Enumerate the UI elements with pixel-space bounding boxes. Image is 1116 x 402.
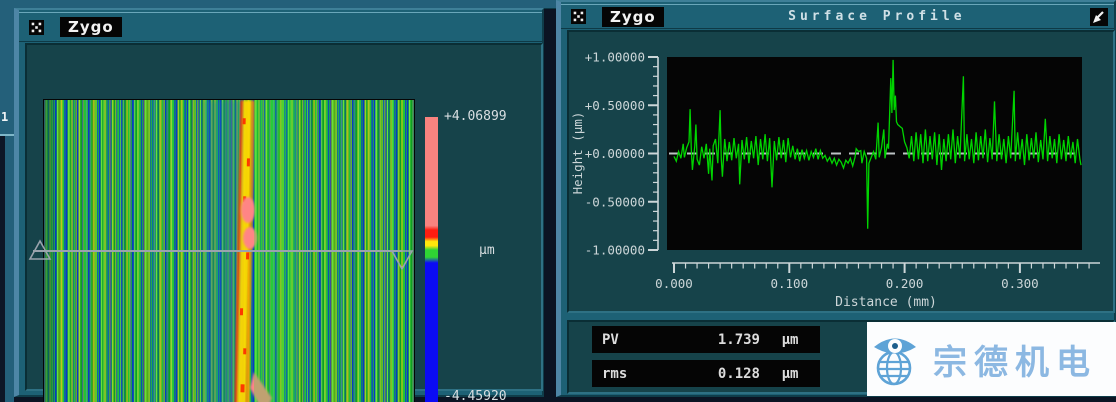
watermark-text: 宗德机电 xyxy=(933,335,1097,384)
y-tick-label: +0.00000 xyxy=(585,146,645,161)
background-window-left-edge: 1 xyxy=(0,8,14,402)
y-tick-label: -1.00000 xyxy=(585,243,645,258)
zygo-logo: Zygo xyxy=(602,7,664,27)
y-tick-label: -0.50000 xyxy=(585,194,645,209)
rms-value: 0.128 xyxy=(674,366,760,382)
surface-map-panel: +4.06899 µm -4.45920 xyxy=(25,43,543,391)
background-window-shadow xyxy=(0,136,5,402)
x-tick-label: 0.000 xyxy=(655,276,693,291)
zygo-logo: Zygo xyxy=(60,17,122,37)
profile-plot: +1.00000 +0.50000 +0.00000 -0.50000 -1.00000… xyxy=(569,32,1113,311)
y-tick-label: +0.50000 xyxy=(585,98,645,113)
colorbar-unit-label: µm xyxy=(479,243,495,258)
x-tick-label: 0.100 xyxy=(770,276,808,291)
pv-label: PV xyxy=(592,332,674,348)
surface-map-window: Zygo xyxy=(14,8,544,397)
rms-readout: rms 0.128 µm xyxy=(592,360,820,387)
watermark: 宗德机电 xyxy=(867,322,1116,396)
x-tick-label: 0.300 xyxy=(1001,276,1039,291)
pv-readout: PV 1.739 µm xyxy=(592,326,820,353)
pv-value: 1.739 xyxy=(674,332,760,348)
rms-label: rms xyxy=(592,366,674,382)
profile-slice-right-handle[interactable] xyxy=(392,251,412,269)
colorbar-max-label: +4.06899 xyxy=(444,109,507,124)
x-tick-label: 0.200 xyxy=(886,276,924,291)
profile-slice-overlay xyxy=(27,237,427,277)
window-menu-icon[interactable] xyxy=(29,20,44,35)
globe-eye-logo-icon xyxy=(867,328,925,390)
height-colorbar xyxy=(425,117,438,402)
resize-tool-icon[interactable] xyxy=(1090,8,1108,26)
x-axis-title: Distance (mm) xyxy=(835,295,937,310)
window-title: Surface Profile xyxy=(664,9,1090,24)
rms-unit: µm xyxy=(760,366,820,382)
window-menu-icon[interactable] xyxy=(571,9,586,24)
colorbar-min-label: -4.45920 xyxy=(444,389,507,402)
pv-unit: µm xyxy=(760,332,820,348)
surface-map-titlebar[interactable]: Zygo xyxy=(19,12,542,42)
profile-plot-panel: +1.00000 +0.50000 +0.00000 -0.50000 -1.00000… xyxy=(567,30,1115,313)
surface-profile-titlebar[interactable]: Zygo Surface Profile xyxy=(561,4,1114,29)
y-axis-title: Height (µm) xyxy=(570,112,585,195)
desktop: 1 Zygo xyxy=(0,0,1116,402)
y-tick-label: +1.00000 xyxy=(585,50,645,65)
background-window-text-fragment: 1 xyxy=(1,110,8,124)
